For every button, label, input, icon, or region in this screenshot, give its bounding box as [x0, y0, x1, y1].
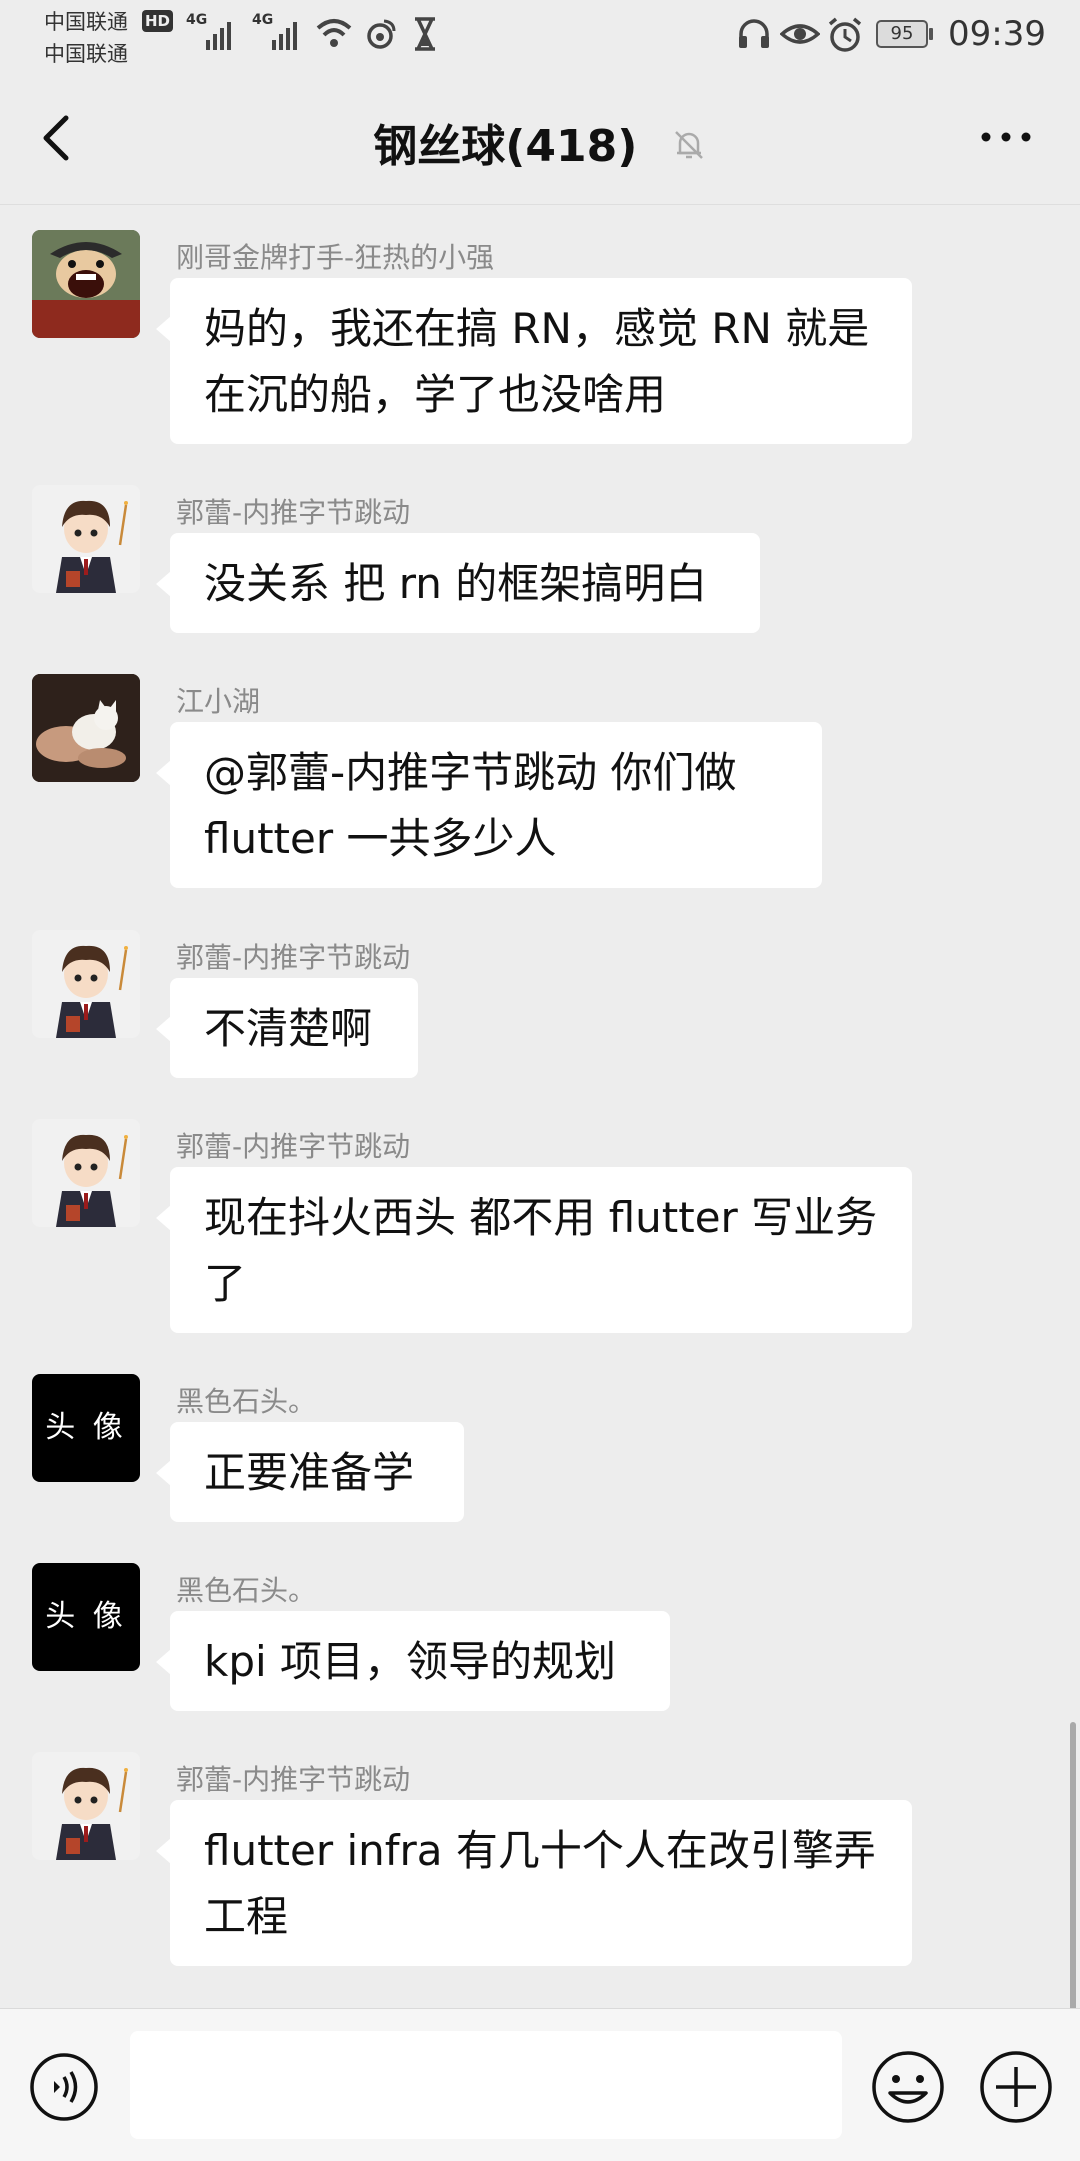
- avatar[interactable]: [32, 1752, 140, 1860]
- cartoon-boy-avatar-icon: [32, 1119, 140, 1227]
- hd-badge: HD: [142, 10, 174, 32]
- sender-name: 黑色石头。: [176, 1574, 317, 1607]
- weibo-icon: [367, 19, 396, 49]
- alarm-icon: [828, 17, 862, 52]
- chat-header: 钢丝球(418): [0, 72, 1080, 205]
- cartoon-boy-avatar-icon: [32, 485, 140, 593]
- message-bubble[interactable]: 妈的，我还在搞 RN，感觉 RN 就是在沉的船，学了也没啥用: [156, 278, 912, 444]
- signal-bars-icon: [206, 22, 231, 50]
- add-more-icon[interactable]: [978, 2049, 1054, 2125]
- message-bubble[interactable]: 没关系 把 rn 的框架搞明白: [156, 533, 760, 633]
- voice-input-icon[interactable]: [28, 2051, 100, 2123]
- message-bubble[interactable]: flutter infra 有几十个人在改引擎弄工程: [156, 1800, 912, 1966]
- chat-title-container[interactable]: 钢丝球(418): [0, 110, 1080, 174]
- cartoon-boy-avatar-icon: [32, 930, 140, 1038]
- sender-name: 江小湖: [176, 685, 261, 718]
- message-bubble[interactable]: 不清楚啊: [156, 978, 418, 1078]
- status-clock: 09:39: [948, 14, 1046, 54]
- cartoon-pirate-avatar-icon: [32, 230, 140, 338]
- scrollbar[interactable]: [1070, 1722, 1076, 2012]
- avatar[interactable]: [32, 674, 140, 782]
- avatar[interactable]: 头 像: [32, 1563, 140, 1671]
- avatar[interactable]: [32, 230, 140, 338]
- eye-icon: [780, 24, 820, 44]
- message-bubble[interactable]: kpi 项目，领导的规划: [156, 1611, 670, 1711]
- sender-name: 郭蕾-内推字节跳动: [176, 941, 411, 974]
- sender-name: 黑色石头。: [176, 1385, 317, 1418]
- signal-bars-icon: [272, 22, 297, 50]
- sender-name: 郭蕾-内推字节跳动: [176, 1130, 411, 1163]
- wifi-icon: [316, 19, 352, 47]
- message-bubble[interactable]: @郭蕾-内推字节跳动 你们做 flutter 一共多少人: [156, 722, 822, 888]
- avatar[interactable]: 头 像: [32, 1374, 140, 1482]
- hourglass-icon: [415, 17, 435, 51]
- message-bubble[interactable]: 正要准备学: [156, 1422, 464, 1522]
- message-bubble[interactable]: 现在抖火西头 都不用 flutter 写业务了: [156, 1167, 912, 1333]
- avatar[interactable]: [32, 1119, 140, 1227]
- sender-name: 郭蕾-内推字节跳动: [176, 1763, 411, 1796]
- sender-name: 刚哥金牌打手-狂热的小强: [176, 241, 495, 274]
- carrier-label-1: 中国联通: [44, 10, 128, 34]
- muted-bell-icon: [674, 131, 703, 159]
- input-bar: [0, 2008, 1080, 2161]
- emoji-icon[interactable]: [870, 2049, 946, 2125]
- cartoon-boy-avatar-icon: [32, 1752, 140, 1860]
- sender-name: 郭蕾-内推字节跳动: [176, 496, 411, 529]
- chat-title: 钢丝球(418): [373, 121, 638, 172]
- carrier-label-2: 中国联通: [44, 42, 128, 66]
- battery-icon: 95: [876, 20, 928, 48]
- more-options-icon[interactable]: [976, 122, 1036, 152]
- status-bar: 中国联通 中国联通 HD 4G 4G 95 09:39: [0, 0, 1080, 72]
- message-input[interactable]: [130, 2031, 842, 2139]
- avatar[interactable]: [32, 930, 140, 1038]
- avatar[interactable]: [32, 485, 140, 593]
- cat-photo-avatar-icon: [32, 674, 140, 782]
- battery-cap: [929, 28, 933, 40]
- headphones-icon: [739, 19, 769, 48]
